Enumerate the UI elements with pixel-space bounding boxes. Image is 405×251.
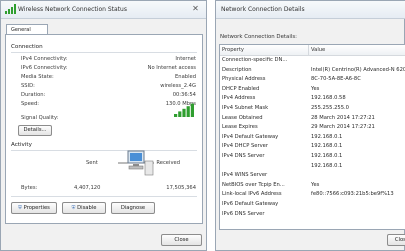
signal-bar [186,106,190,117]
disable-button[interactable]: ⛨ Disable [62,202,106,214]
diagnose-button[interactable]: Diagnose [111,202,155,214]
value-cell: Yes [311,85,320,92]
signal-bar [174,114,178,117]
bytes-label: Bytes: [21,185,38,191]
ssid-value: wireless_2.4G [160,83,196,89]
signal-bar [182,108,186,117]
value-cell: fe80::7566:c093:21b5:be9f%13 [311,191,394,198]
property-cell: IPv4 DNS Server [222,153,265,159]
property-cell: IPv6 Default Gateway [222,201,279,207]
table-row[interactable]: NetBIOS over Tcpip En... Yes [220,182,405,190]
value-cell: 29 March 2014 17:27:21 [311,124,375,131]
disable-label: Disable [77,205,97,211]
speed-label: Speed: [21,101,40,107]
signal-bar [190,103,194,117]
activity-section-label: Activity [11,142,32,148]
media-state-value: Enabled [175,74,196,80]
table-row[interactable]: IPv4 Default Gateway 192.168.0.1 [220,134,405,142]
table-row[interactable]: IPv4 WINS Server [220,172,405,180]
table-row[interactable]: Description Intel(R) Centrino(R) Advanced… [220,67,405,75]
property-column-header[interactable]: Property [222,47,244,53]
property-cell: NetBIOS over Tcpip En... [222,181,285,188]
details-table: Property Value Connection-specific DN...… [219,44,405,230]
table-row[interactable]: IPv4 Subnet Mask 255.255.255.0 [220,105,405,113]
property-cell: IPv4 Default Gateway [222,133,279,140]
ipv4-connectivity-label: IPv4 Connectivity: [21,56,68,62]
value-cell: 8C-70-5A-8E-A6-8C [311,76,361,83]
table-row[interactable]: IPv4 Address 192.168.0.58 [220,95,405,103]
property-cell: DHCP Enabled [222,85,260,92]
status-titlebar[interactable]: Wireless Network Connection Status ✕ [1,1,206,19]
wifi-signal-icon [5,4,16,14]
bytes-received-value: 17,505,364 [166,185,196,191]
table-row[interactable]: Lease Obtained 28 March 2014 17:27:21 [220,115,405,123]
properties-button[interactable]: ⛨ Properties [11,202,57,214]
value-cell: 192.168.0.1 [311,162,343,169]
received-label: Received [156,160,180,166]
table-row[interactable]: Link-local IPv6 Address fe80::7566:c093:2… [220,191,405,199]
properties-label: Properties [23,205,50,211]
divider [11,150,197,151]
property-cell: Description [222,66,252,73]
general-panel: Connection IPv4 Connectivity: Internet I… [5,34,203,224]
property-cell: IPv4 Address [222,95,256,102]
value-cell: Intel(R) Centrino(R) Advanced-N 6205 [311,66,405,73]
value-cell: 192.168.0.1 [311,153,343,159]
value-cell: 192.168.0.1 [311,133,343,140]
sent-label: Sent [86,160,98,166]
close-button[interactable]: Close [161,234,202,246]
property-cell: Link-local IPv6 Address [222,191,282,198]
divider [11,52,197,53]
status-window-title: Wireless Network Connection Status [18,6,127,13]
table-row[interactable]: Connection-specific DN... [220,57,405,65]
property-cell: IPv4 Subnet Mask [222,105,269,111]
media-state-label: Media State: [21,74,54,80]
signal-strength-icon [174,103,194,117]
table-row[interactable]: Physical Address 8C-70-5A-8E-A6-8C [220,76,405,84]
ssid-label: SSID: [21,83,35,89]
property-cell: Lease Expires [222,124,258,131]
close-details-button[interactable]: Close [387,234,405,246]
details-heading: Network Connection Details: [220,34,297,40]
duration-value: 00:36:54 [172,92,196,98]
details-window: Network Connection Details Network Conne… [215,0,405,251]
status-window: Wireless Network Connection Status ✕ Gen… [0,0,207,251]
divider [11,196,197,197]
property-cell: Connection-specific DN... [222,57,288,63]
details-window-title: Network Connection Details [221,6,305,13]
property-cell: IPv4 DHCP Server [222,143,268,150]
table-header: Property Value [220,45,405,56]
ipv6-connectivity-label: IPv6 Connectivity: [21,65,68,71]
value-cell: 28 March 2014 17:27:21 [311,114,375,121]
table-row[interactable]: DHCP Enabled Yes [220,86,405,94]
table-row[interactable]: IPv6 Default Gateway [220,201,405,209]
value-column-header[interactable]: Value [311,47,325,53]
duration-label: Duration: [21,92,46,98]
signal-bar [178,111,182,117]
ipv4-connectivity-value: Internet [175,56,196,62]
close-icon[interactable]: ✕ [187,3,204,15]
property-cell: Physical Address [222,76,266,83]
value-cell: 255.255.255.0 [311,105,349,111]
table-row[interactable]: 192.168.0.1 [220,163,405,171]
property-cell: Lease Obtained [222,114,263,121]
connection-section-label: Connection [11,44,43,50]
bytes-sent-value: 4,407,120 [74,185,101,191]
network-activity-icon [118,150,154,176]
table-row[interactable]: IPv4 DHCP Server 192.168.0.1 [220,143,405,151]
property-cell: IPv6 DNS Server [222,210,265,217]
table-row[interactable]: Lease Expires 29 March 2014 17:27:21 [220,124,405,132]
column-divider[interactable] [308,45,309,55]
details-titlebar[interactable]: Network Connection Details [216,1,405,19]
table-row[interactable]: IPv4 DNS Server 192.168.0.1 [220,153,405,161]
signal-quality-label: Signal Quality: [21,115,59,121]
ipv6-connectivity-value: No Internet access [147,65,196,71]
details-button[interactable]: Details... [18,125,52,136]
value-cell: Yes [311,181,320,188]
property-cell: IPv4 WINS Server [222,172,268,179]
table-row[interactable]: IPv6 DNS Server [220,211,405,219]
value-cell: 192.168.0.1 [311,143,343,150]
value-cell: 192.168.0.58 [311,95,346,102]
